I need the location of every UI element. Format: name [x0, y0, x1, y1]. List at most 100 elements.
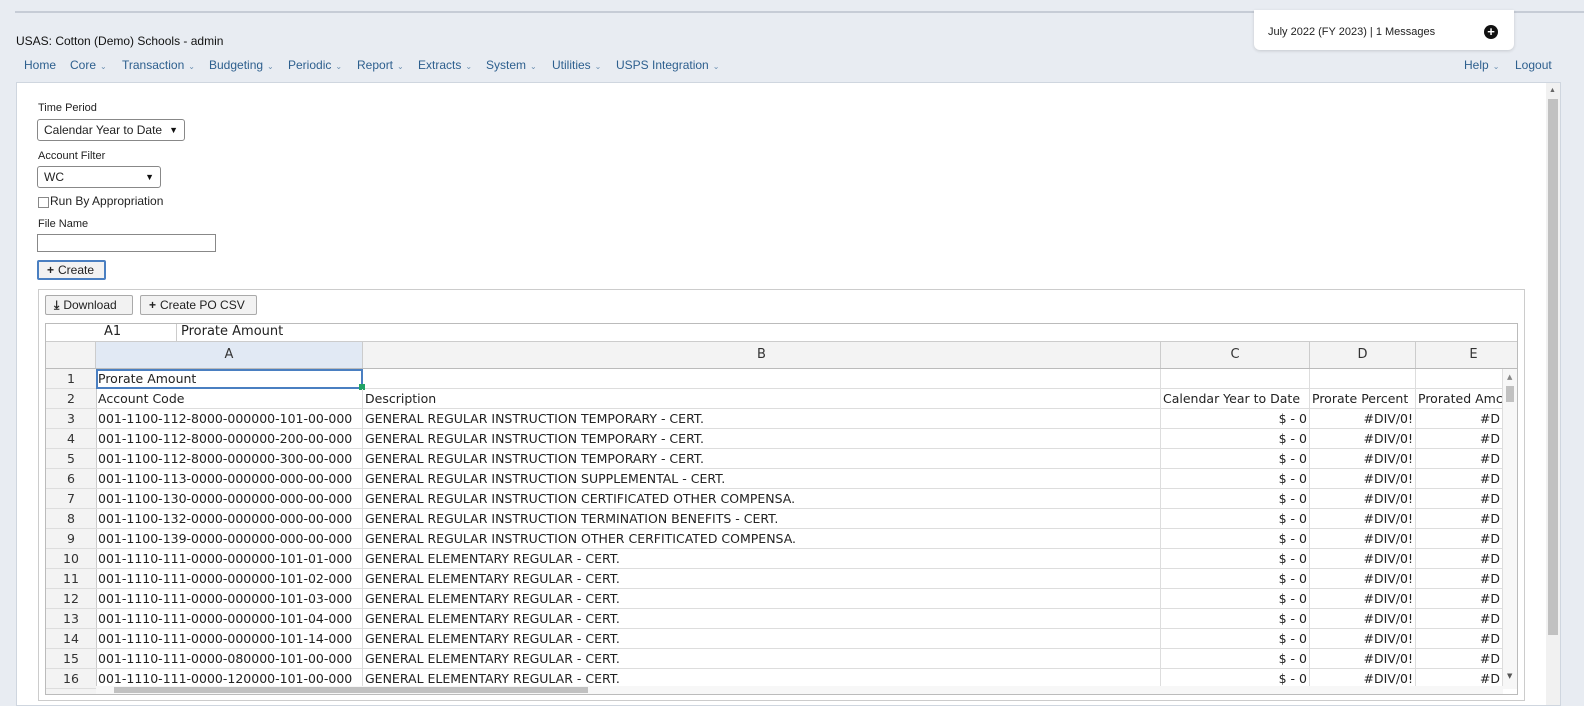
period-messages-text[interactable]: July 2022 (FY 2023) | 1 Messages [1268, 26, 1435, 38]
table-cell-e[interactable]: #D [1416, 529, 1503, 548]
row-number[interactable]: 9 [46, 529, 97, 548]
table-cell-a[interactable]: 001-1100-113-0000-000000-000-00-000 [96, 469, 363, 488]
grid-horizontal-scrollbar[interactable] [96, 686, 1503, 694]
table-cell-e[interactable]: #D [1416, 649, 1503, 668]
table-cell-a[interactable]: 001-1110-111-0000-000000-101-01-000 [96, 549, 363, 568]
column-header-c[interactable]: C [1161, 342, 1310, 368]
table-cell-b[interactable]: GENERAL REGULAR INSTRUCTION TEMPORARY - … [363, 409, 1161, 428]
nav-core[interactable]: Core ⌄ [70, 58, 107, 72]
row-number[interactable]: 11 [46, 569, 97, 588]
table-cell-b[interactable]: GENERAL REGULAR INSTRUCTION TEMPORARY - … [363, 449, 1161, 468]
account-filter-select[interactable]: WC ▼ [37, 166, 161, 188]
time-period-select[interactable]: Calendar Year to Date ▼ [37, 119, 185, 141]
table-cell-a[interactable]: 001-1110-111-0000-000000-101-03-000 [96, 589, 363, 608]
table-cell-d[interactable]: #DIV/0! [1310, 449, 1416, 468]
table-cell-b[interactable]: Description [363, 389, 1161, 408]
table-cell-a[interactable]: 001-1100-112-8000-000000-101-00-000 [96, 409, 363, 428]
table-cell-b[interactable] [363, 369, 1161, 388]
table-cell-c[interactable]: $ - 0 [1161, 469, 1310, 488]
table-cell-d[interactable]: #DIV/0! [1310, 609, 1416, 628]
scroll-up-icon[interactable]: ▲ [1507, 373, 1512, 381]
row-number[interactable]: 1 [46, 369, 97, 388]
table-cell-d[interactable]: #DIV/0! [1310, 629, 1416, 648]
table-cell-e[interactable]: #D [1416, 429, 1503, 448]
table-cell-e[interactable]: #D [1416, 549, 1503, 568]
table-cell-b[interactable]: GENERAL REGULAR INSTRUCTION OTHER CERFIT… [363, 529, 1161, 548]
table-cell-c[interactable]: $ - 0 [1161, 489, 1310, 508]
table-cell-b[interactable]: GENERAL ELEMENTARY REGULAR - CERT. [363, 589, 1161, 608]
table-cell-a[interactable]: 001-1100-112-8000-000000-200-00-000 [96, 429, 363, 448]
nav-budgeting[interactable]: Budgeting ⌄ [209, 58, 274, 72]
spreadsheet[interactable]: A1 Prorate Amount A B C D E 1 Prorate Amo… [45, 323, 1518, 695]
row-number[interactable]: 14 [46, 629, 97, 648]
table-cell-c[interactable]: $ - 0 [1161, 509, 1310, 528]
row-number[interactable]: 17 [46, 689, 97, 694]
table-cell-d[interactable]: #DIV/0! [1310, 409, 1416, 428]
table-cell-a[interactable]: 001-1110-111-0000-080000-101-00-000 [96, 649, 363, 668]
nav-utilities[interactable]: Utilities ⌄ [552, 58, 601, 72]
table-cell-e[interactable] [1416, 369, 1503, 388]
table-cell-c[interactable]: $ - 0 [1161, 589, 1310, 608]
table-cell-d[interactable]: #DIV/0! [1310, 649, 1416, 668]
column-header-e[interactable]: E [1416, 342, 1517, 368]
row-number[interactable]: 2 [46, 389, 97, 408]
table-cell-d[interactable]: #DIV/0! [1310, 549, 1416, 568]
corner-cell[interactable] [46, 342, 96, 368]
nav-usps-integration[interactable]: USPS Integration ⌄ [616, 58, 719, 72]
scroll-down-icon[interactable]: ▼ [1507, 672, 1512, 680]
grid-vertical-thumb[interactable] [1506, 386, 1514, 402]
table-cell-a[interactable]: 001-1110-111-0000-000000-101-14-000 [96, 629, 363, 648]
page-scrollbar-thumb[interactable] [1548, 99, 1558, 635]
column-header-d[interactable]: D [1310, 342, 1416, 368]
table-cell-b[interactable]: GENERAL ELEMENTARY REGULAR - CERT. [363, 549, 1161, 568]
table-cell-c[interactable] [1161, 369, 1310, 388]
row-number[interactable]: 4 [46, 429, 97, 448]
table-cell-d[interactable]: #DIV/0! [1310, 469, 1416, 488]
table-cell-e[interactable]: #D [1416, 469, 1503, 488]
table-cell-c[interactable]: $ - 0 [1161, 649, 1310, 668]
table-cell-e[interactable]: #D [1416, 589, 1503, 608]
table-cell-a[interactable]: 001-1100-132-0000-000000-000-00-000 [96, 509, 363, 528]
table-cell-c[interactable]: $ - 0 [1161, 529, 1310, 548]
column-header-b[interactable]: B [363, 342, 1161, 368]
table-cell-c[interactable]: $ - 0 [1161, 609, 1310, 628]
row-number[interactable]: 12 [46, 589, 97, 608]
table-cell-a[interactable]: Account Code [96, 389, 363, 408]
nav-home[interactable]: Home [24, 58, 56, 72]
table-cell-d[interactable]: #DIV/0! [1310, 529, 1416, 548]
row-number[interactable]: 6 [46, 469, 97, 488]
row-number[interactable]: 5 [46, 449, 97, 468]
page-scrollbar[interactable]: ▲ [1546, 83, 1560, 705]
nav-report[interactable]: Report ⌄ [357, 58, 404, 72]
row-number[interactable]: 7 [46, 489, 97, 508]
table-cell-d[interactable] [1310, 369, 1416, 388]
table-cell-d[interactable]: #DIV/0! [1310, 489, 1416, 508]
table-cell-a[interactable]: 001-1100-130-0000-000000-000-00-000 [96, 489, 363, 508]
row-number[interactable]: 3 [46, 409, 97, 428]
table-cell-e[interactable]: #D [1416, 409, 1503, 428]
table-cell-c[interactable]: Calendar Year to Date [1161, 389, 1310, 408]
row-number[interactable]: 8 [46, 509, 97, 528]
formula-value[interactable]: Prorate Amount [181, 324, 283, 339]
table-cell-d[interactable]: #DIV/0! [1310, 509, 1416, 528]
row-number[interactable]: 15 [46, 649, 97, 668]
nav-logout[interactable]: Logout [1515, 58, 1552, 72]
row-number[interactable]: 10 [46, 549, 97, 568]
nav-system[interactable]: System ⌄ [486, 58, 537, 72]
create-button[interactable]: + Create [37, 260, 106, 280]
table-cell-d[interactable]: #DIV/0! [1310, 589, 1416, 608]
table-cell-c[interactable]: $ - 0 [1161, 629, 1310, 648]
table-cell-e[interactable]: #D [1416, 629, 1503, 648]
file-name-input[interactable] [37, 234, 216, 252]
row-number[interactable]: 13 [46, 609, 97, 628]
table-cell-e[interactable]: #D [1416, 509, 1503, 528]
table-cell-e[interactable]: #D [1416, 489, 1503, 508]
table-cell-d[interactable]: Prorate Percent [1310, 389, 1416, 408]
nav-transaction[interactable]: Transaction ⌄ [122, 58, 195, 72]
plus-circle-icon[interactable]: + [1484, 25, 1498, 39]
table-cell-e[interactable]: #D [1416, 609, 1503, 628]
table-cell-c[interactable]: $ - 0 [1161, 449, 1310, 468]
table-cell-b[interactable]: GENERAL REGULAR INSTRUCTION CERTIFICATED… [363, 489, 1161, 508]
nav-periodic[interactable]: Periodic ⌄ [288, 58, 342, 72]
table-cell-e[interactable]: #D [1416, 449, 1503, 468]
